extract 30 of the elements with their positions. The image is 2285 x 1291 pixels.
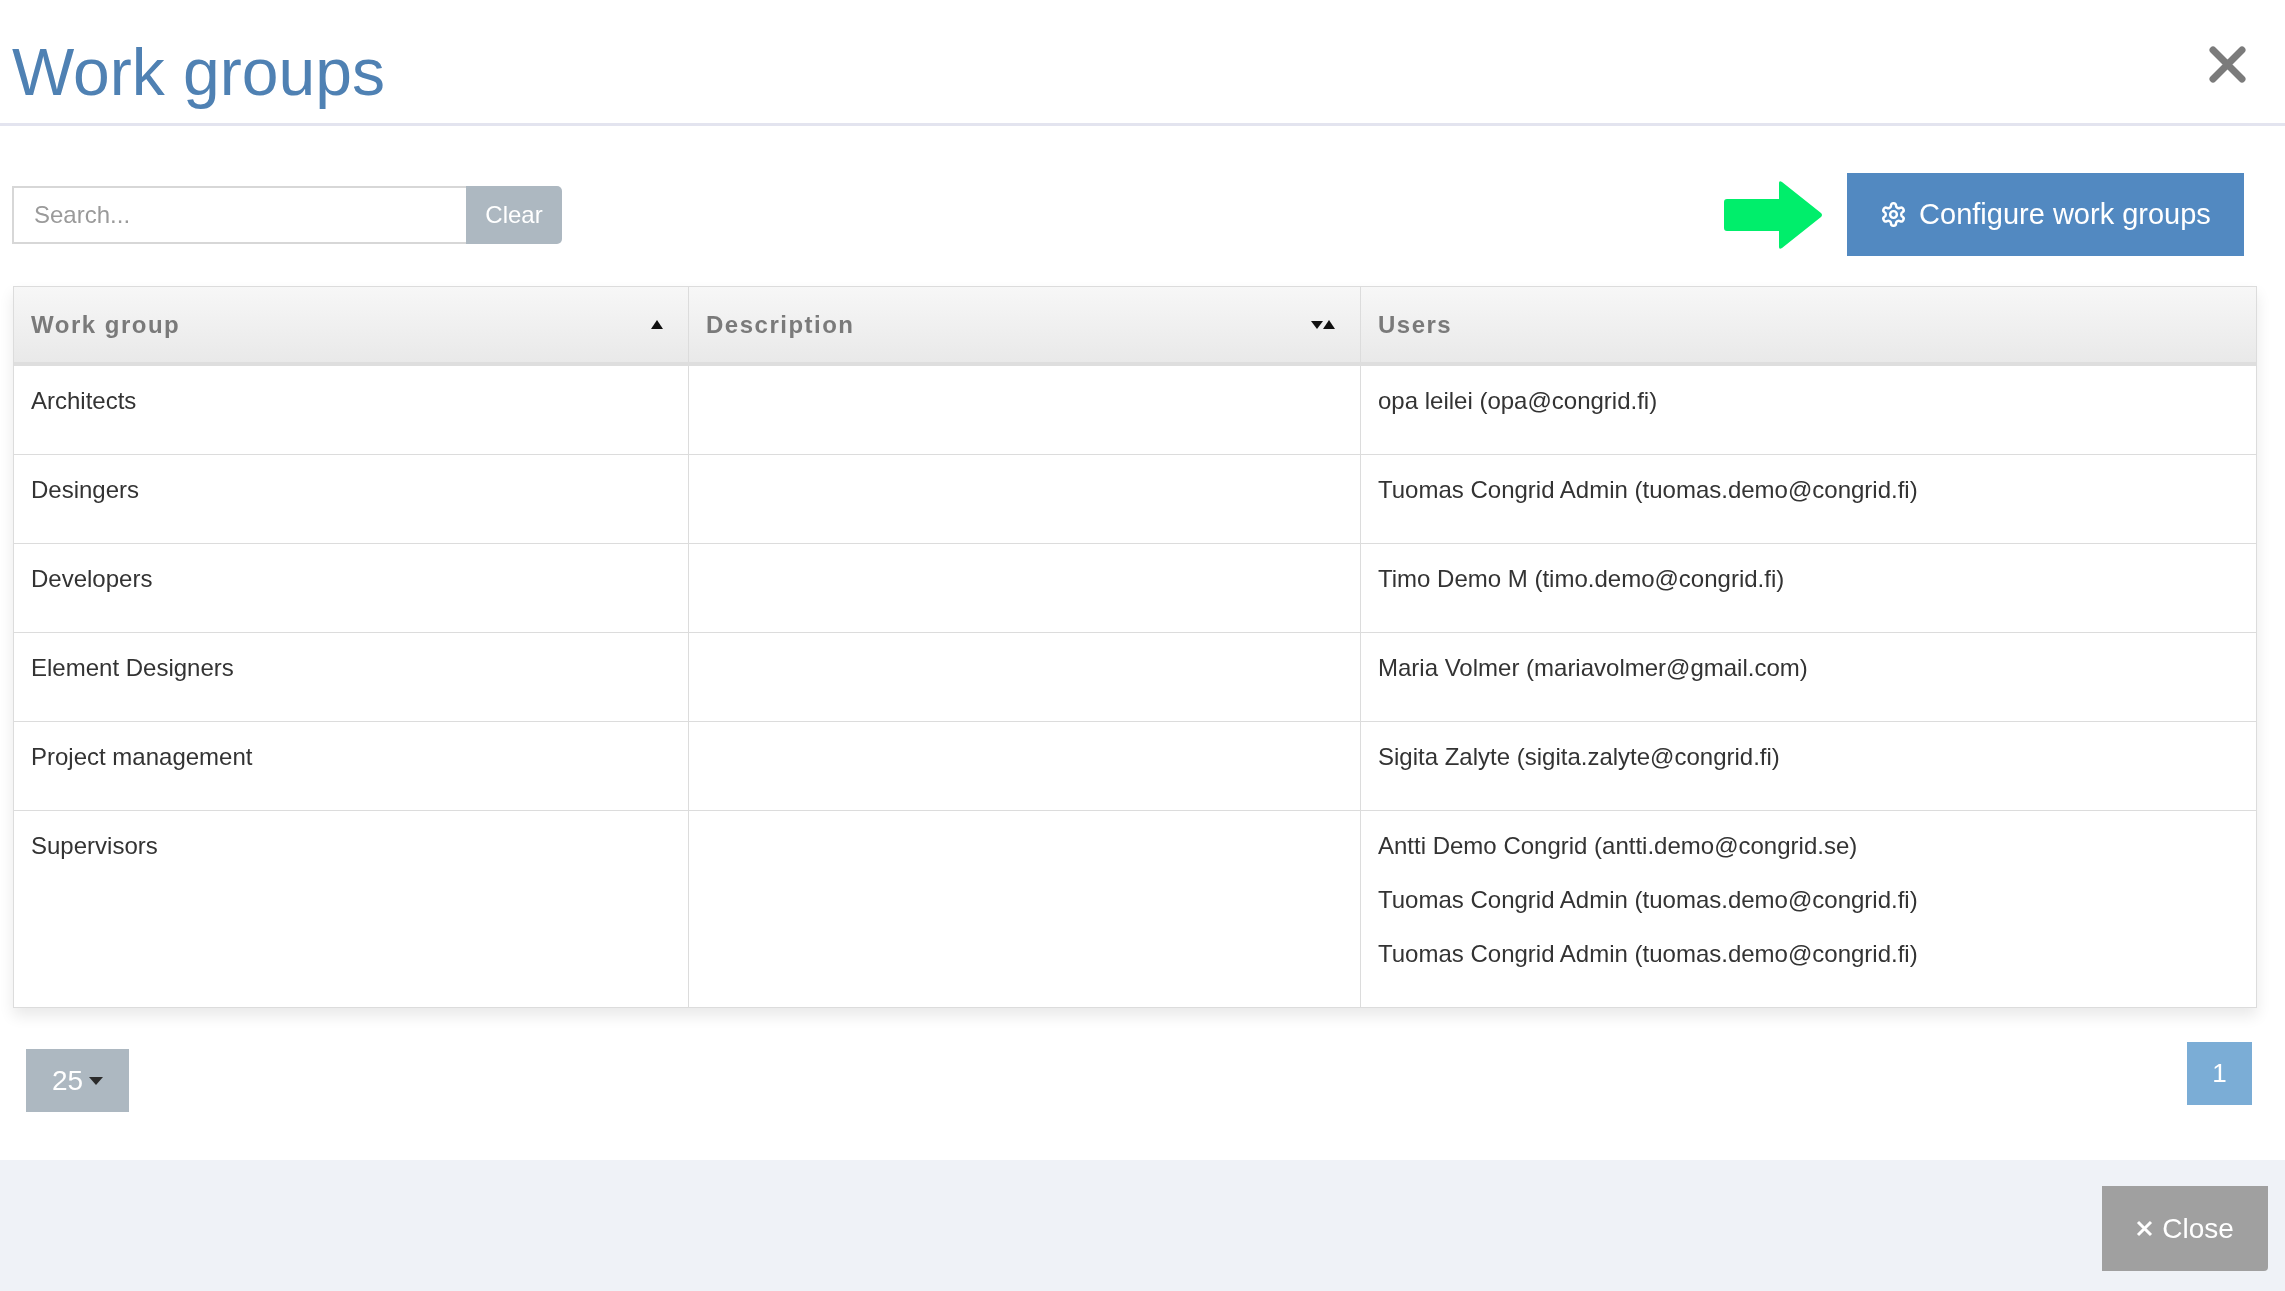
configure-button[interactable]: Configure work groups	[1847, 173, 2244, 256]
user-name: opa leilei (opa@congrid.fi)	[1378, 386, 1658, 416]
work-group-name: Project management	[31, 742, 253, 772]
work-group-name: Developers	[31, 564, 153, 594]
arrow-icon	[1724, 179, 1823, 250]
sort-up-icon[interactable]	[651, 320, 663, 329]
user-name: Tuomas Congrid Admin (tuomas.demo@congrid.fi)	[1378, 475, 1918, 505]
clear-button[interactable]: Clear	[466, 185, 562, 244]
user-name: Maria Volmer (mariavolmer@gmail.com)	[1378, 653, 1808, 683]
page-size-dropdown[interactable]: 25	[26, 1049, 129, 1112]
sort-icon[interactable]	[1311, 320, 1335, 329]
search-field[interactable]: Search...	[12, 185, 466, 244]
gear-icon	[1880, 201, 1908, 228]
column-header[interactable]: Users	[1378, 310, 1453, 339]
user-name: Sigita Zalyte (sigita.zalyte@congrid.fi)	[1378, 742, 1780, 772]
user-name: Antti Demo Congrid (antti.demo@congrid.se)	[1378, 831, 1858, 861]
work-group-name: Desingers	[31, 475, 140, 505]
caret-icon	[89, 1076, 104, 1085]
column-header[interactable]: Description	[706, 310, 855, 339]
work-group-name: Element Designers	[31, 653, 234, 683]
page-button[interactable]: 1	[2187, 1042, 2252, 1105]
user-name: Tuomas Congrid Admin (tuomas.demo@congrid.fi)	[1378, 939, 1918, 969]
close-icon	[2136, 1220, 2154, 1237]
user-name: Tuomas Congrid Admin (tuomas.demo@congrid.fi)	[1378, 885, 1918, 915]
close-icon[interactable]	[2209, 46, 2246, 83]
work-group-name: Architects	[31, 386, 137, 416]
user-name: Timo Demo M (timo.demo@congrid.fi)	[1378, 564, 1785, 594]
work-group-name: Supervisors	[31, 831, 158, 861]
close-button[interactable]: Close	[2102, 1186, 2268, 1271]
column-header[interactable]: Work group	[31, 310, 181, 339]
